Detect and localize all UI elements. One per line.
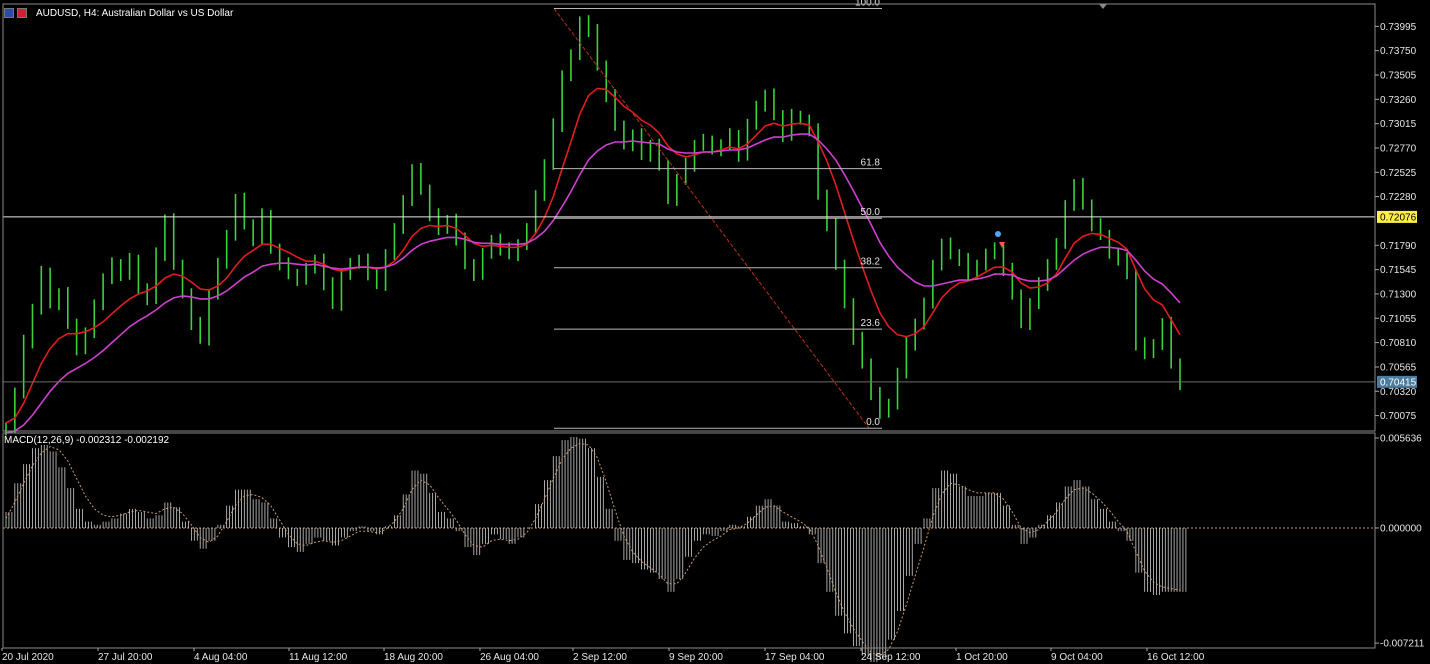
chart-area[interactable]: 100.061.850.038.223.60.0 0.739950.737500… (0, 0, 1430, 664)
macd-title: MACD(12,26,9) -0.002312 -0.002192 (4, 435, 170, 446)
price-y-tick-label: 0.70565 (1380, 362, 1417, 373)
chart-header: AUDUSD, H4: Australian Dollar vs US Doll… (4, 6, 233, 20)
x-tick-label: 18 Aug 20:00 (384, 652, 443, 663)
x-tick-label: 9 Sep 20:00 (669, 652, 723, 663)
x-tick-label: 26 Aug 04:00 (480, 652, 539, 663)
price-y-tick-label: 0.72280 (1380, 192, 1417, 203)
x-tick-label: 20 Jul 2020 (2, 652, 54, 663)
price-y-tick-label: 0.73995 (1380, 22, 1417, 33)
x-tick-label: 27 Jul 20:00 (98, 652, 153, 663)
price-y-tick-label: 0.71790 (1380, 241, 1417, 252)
flag-us-icon (17, 8, 27, 18)
chart-title: AUDUSD, H4: Australian Dollar vs US Doll… (36, 7, 234, 19)
price-y-tick-label: 0.73015 (1380, 119, 1417, 130)
horizontal-price-label: 0.72076 (1380, 212, 1417, 223)
price-y-tick-label: 0.73750 (1380, 46, 1417, 57)
price-frame (2, 3, 1376, 432)
x-tick-label: 24 Sep 12:00 (861, 652, 921, 663)
x-tick-label: 17 Sep 04:00 (765, 652, 825, 663)
macd-y-tick-label: -0.007211 (1380, 639, 1425, 650)
price-y-tick-label: 0.70075 (1380, 411, 1417, 422)
price-y-tick-label: 0.73505 (1380, 71, 1417, 82)
fib-level-label: 38.2 (861, 257, 881, 268)
buy-arrow-icon (995, 231, 1001, 237)
fib-level-label: 23.6 (861, 318, 881, 329)
x-tick-label: 9 Oct 04:00 (1051, 652, 1103, 663)
price-y-tick-label: 0.71055 (1380, 314, 1417, 325)
fib-level-label: 61.8 (861, 158, 881, 169)
price-y-tick-label: 0.71545 (1380, 265, 1417, 276)
x-tick-label: 4 Aug 04:00 (194, 652, 248, 663)
macd-signal-line (5, 442, 1181, 657)
price-y-tick-label: 0.73260 (1380, 95, 1417, 106)
shift-marker-icon (1099, 4, 1107, 9)
x-tick-label: 2 Sep 12:00 (573, 652, 627, 663)
price-y-tick-label: 0.71300 (1380, 289, 1417, 300)
flag-au-icon (4, 8, 14, 18)
x-tick-label: 1 Oct 20:00 (956, 652, 1008, 663)
current-price-label: 0.70415 (1380, 377, 1417, 388)
price-y-tick-label: 0.72770 (1380, 143, 1417, 154)
price-y-tick-label: 0.70810 (1380, 338, 1417, 349)
axes: 0.73995 0.73750 0.73505 0.73260 0.73015 0.727… (1, 3, 1425, 663)
macd-y-tick-label: 0.005636 (1380, 434, 1422, 445)
x-tick-label: 16 Oct 12:00 (1147, 652, 1205, 663)
price-pane[interactable]: 100.061.850.038.223.60.0 (3, 0, 1375, 436)
x-tick-label: 11 Aug 12:00 (289, 652, 348, 663)
macd-pane[interactable] (3, 436, 1375, 663)
price-y-tick-label: 0.70320 (1380, 387, 1417, 398)
price-y-tick-label: 0.72525 (1380, 168, 1417, 179)
fib-level-label: 0.0 (866, 417, 880, 428)
macd-y-tick-label: 0.000000 (1380, 523, 1422, 534)
